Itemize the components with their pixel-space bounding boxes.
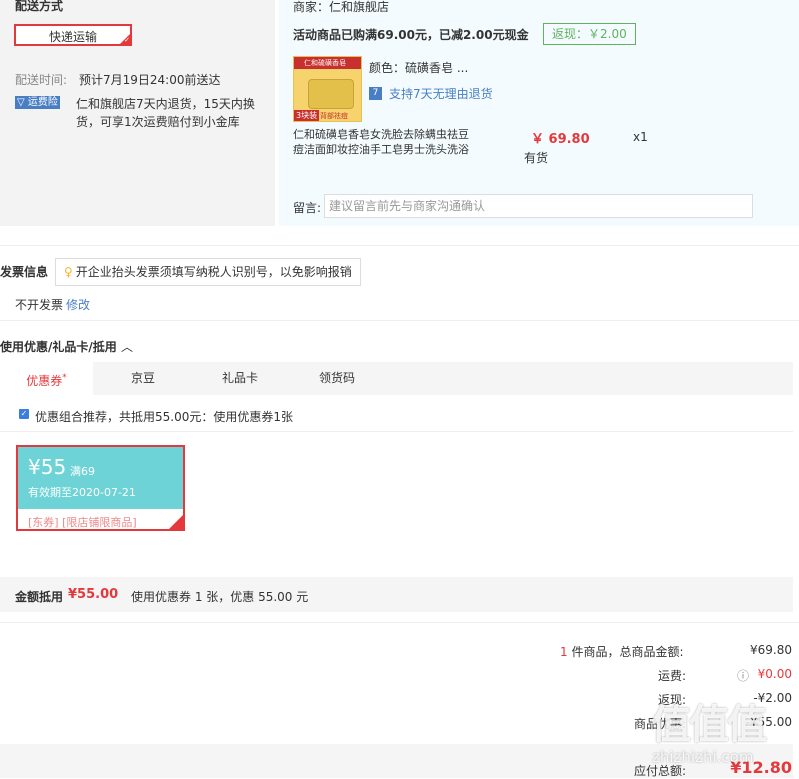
freight-insurance-icon: ▽ xyxy=(17,97,25,108)
freight-insurance-badge: ▽ 运费险 xyxy=(15,96,60,109)
coupon-threshold: 满69 xyxy=(70,465,95,478)
divider xyxy=(0,431,793,432)
watermark-site: zhizhizhi.com xyxy=(652,748,754,766)
goods-amount: ¥69.80 xyxy=(750,643,792,657)
goods-amount-label: 件商品，总商品金额: xyxy=(571,645,684,659)
note-label: 留言: xyxy=(293,201,322,215)
lightbulb-icon: ♀ xyxy=(64,265,73,279)
invoice-edit-link[interactable]: 修改 xyxy=(66,296,90,313)
product-image-badge2: 背部祛痘 xyxy=(320,112,348,120)
shipping-method-button[interactable]: 快递运输 xyxy=(14,24,132,46)
rebate-badge: 返现：￥2.00 xyxy=(543,23,636,45)
delivery-time-value: 预计7月19日24:00前送达 xyxy=(79,73,221,87)
freight-insurance-label: 运费险 xyxy=(27,97,58,108)
tab-redeem-code[interactable]: 领货码 xyxy=(299,362,375,395)
invoice-title: 发票信息 xyxy=(0,265,49,279)
coupon-summary-amount: ¥55.00 xyxy=(68,587,119,602)
coupon-section-title[interactable]: 使用优惠/礼品卡/抵用 ︿ xyxy=(0,338,133,355)
tab-coupons[interactable]: 优惠券* xyxy=(0,362,93,395)
divider xyxy=(0,320,799,321)
promo-text: 活动商品已购满69.00元，已减2.00元现金 xyxy=(293,28,529,42)
coupon-tags: [东券] [限店铺限商品] xyxy=(28,516,137,529)
invoice-tip: ♀ 开企业抬头发票须填写纳税人识别号，以免影响报销 xyxy=(55,258,361,286)
coupon-summary-label: 金额抵用 xyxy=(15,590,64,604)
insurance-text-line1: 仁和旗舰店7天内退货，15天内换 xyxy=(76,97,255,111)
delivery-time-label: 配送时间: xyxy=(15,73,68,87)
selected-check-icon xyxy=(120,34,130,44)
tab-giftcard[interactable]: 礼品卡 xyxy=(202,362,278,395)
watermark-logo: 值值值 xyxy=(651,702,767,748)
product-image[interactable]: 仁和硫磺香皂 3块装 背部祛痘 xyxy=(293,56,362,122)
product-image-badge: 3块装 xyxy=(294,110,320,121)
invoice-status: 不开发票 xyxy=(15,298,64,312)
product-image-brand: 仁和硫磺香皂 xyxy=(304,59,346,67)
product-price: ￥ 69.80 xyxy=(531,132,590,147)
tab-coupons-mark: * xyxy=(62,373,67,383)
shipping-title: 配送方式 xyxy=(15,0,64,13)
shipping-fee-label: 运费: xyxy=(657,669,686,683)
coupon-section-label: 使用优惠/礼品卡/抵用 xyxy=(0,340,117,354)
tab-jingdou[interactable]: 京豆 xyxy=(105,362,181,395)
return-policy-icon: 7 xyxy=(369,87,382,100)
coupon-card[interactable]: ¥55 满69 有效期至2020-07-21 [东券] [限店铺限商品] xyxy=(16,445,185,531)
tab-coupons-label: 优惠券 xyxy=(26,374,63,388)
note-input[interactable]: 建议留言前先与商家沟通确认 xyxy=(324,194,753,218)
return-policy-link[interactable]: 支持7天无理由退货 xyxy=(389,85,493,102)
product-name-line1[interactable]: 仁和硫磺皂香皂女洗脸去除螨虫祛豆 xyxy=(293,126,469,142)
coupon-summary-bar xyxy=(0,577,793,612)
divider xyxy=(0,245,799,246)
divider xyxy=(0,622,799,623)
coupon-summary-detail: 使用优惠券 1 张，优惠 55.00 元 xyxy=(131,590,309,604)
product-name-line2[interactable]: 痘洁面卸妆控油手工皂男士洗头洗浴 xyxy=(293,141,469,157)
combo-recommend-text: 优惠组合推荐，共抵用55.00元：使用优惠券1张 xyxy=(35,410,293,424)
coupon-validity: 有效期至2020-07-21 xyxy=(28,486,136,499)
product-color: 颜色：硫磺香皂 ... xyxy=(369,61,469,75)
merchant-name: 商家：仁和旗舰店 xyxy=(293,0,390,14)
chevron-up-icon: ︿ xyxy=(120,340,133,354)
insurance-text-line2: 货，可享1次运费赔付到小金库 xyxy=(76,115,240,129)
invoice-tip-text: 开企业抬头发票须填写纳税人识别号，以免影响报销 xyxy=(75,265,352,279)
total-count-row: 1 件商品，总商品金额: xyxy=(560,643,684,660)
item-count: 1 xyxy=(560,645,568,659)
coupon-amount: ¥55 xyxy=(28,455,67,479)
product-stock: 有货 xyxy=(524,151,549,165)
combo-recommend-checkbox[interactable]: ✓ xyxy=(19,409,29,419)
product-quantity: x1 xyxy=(633,130,648,144)
shipping-fee-amount: ¥0.00 xyxy=(757,667,792,681)
shipping-method-label: 快递运输 xyxy=(48,30,97,44)
selected-check-icon xyxy=(169,515,183,529)
